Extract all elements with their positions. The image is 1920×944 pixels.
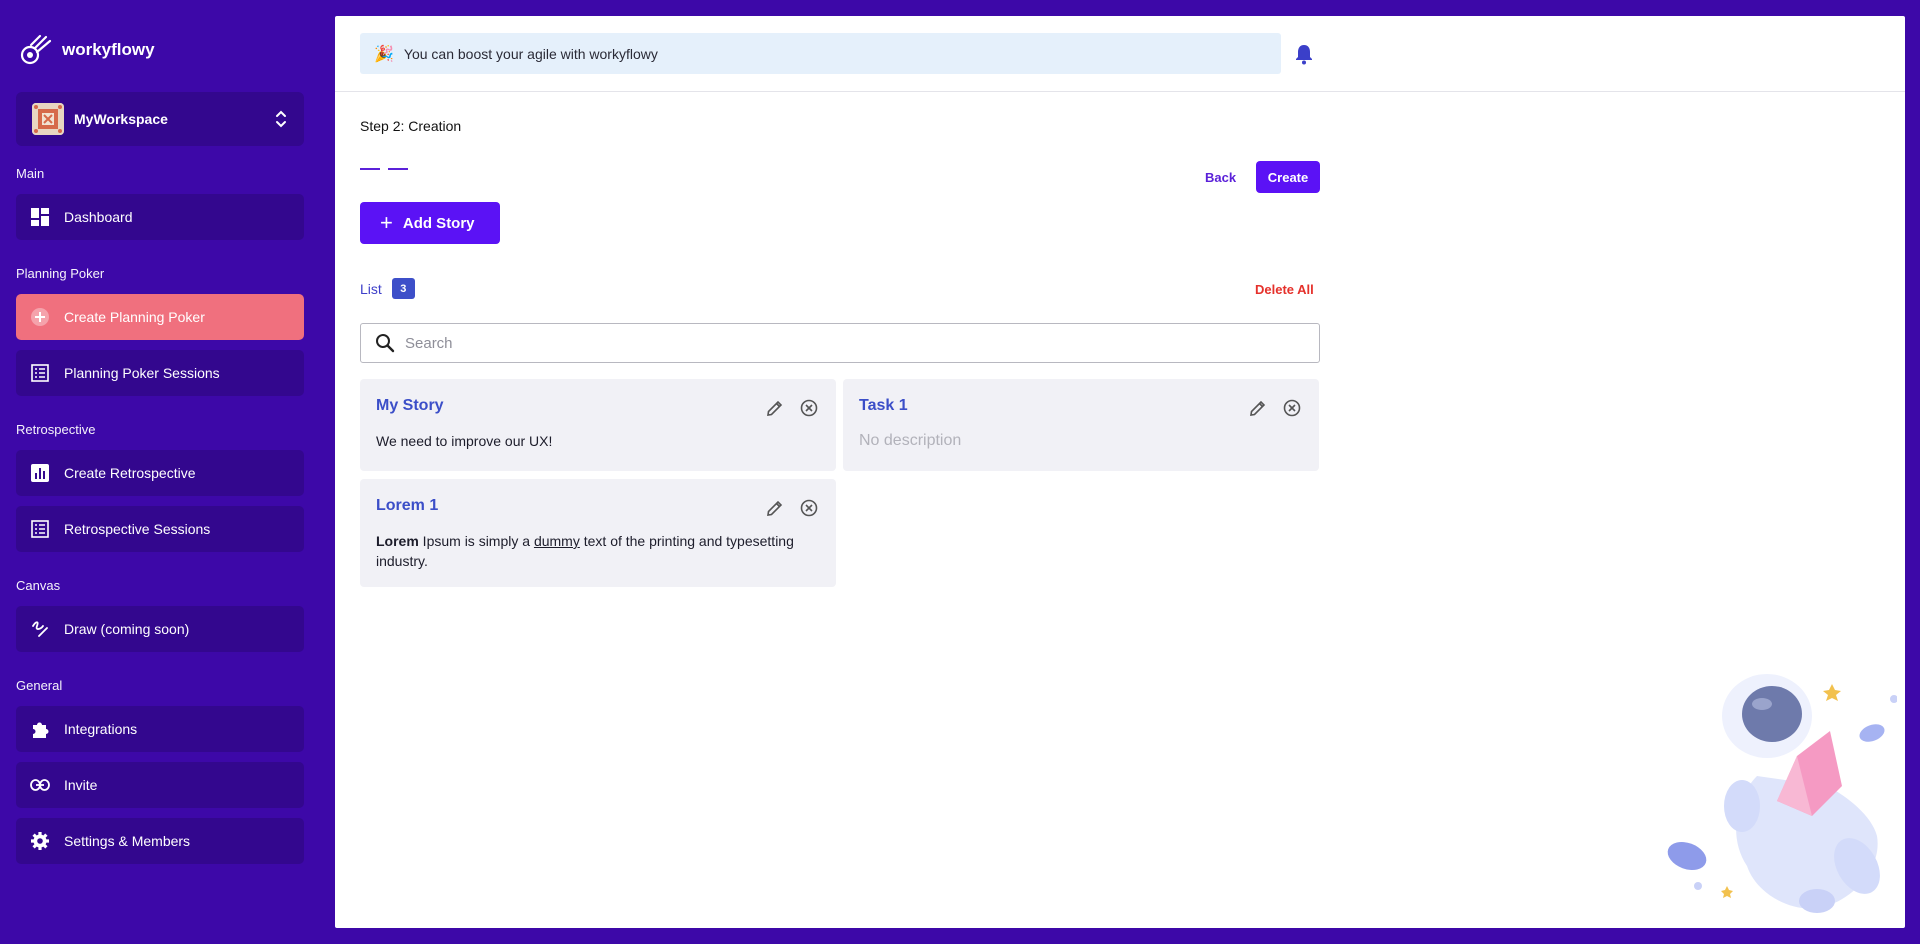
info-banner: 🎉 You can boost your agile with workyflo… — [360, 33, 1281, 74]
sidebar-item-label: Settings & Members — [64, 833, 191, 849]
astronaut-illustration — [1667, 674, 1897, 913]
section-label-canvas: Canvas — [16, 578, 61, 593]
sidebar-item-dashboard[interactable]: Dashboard — [16, 194, 304, 240]
list-header: List 3 — [360, 278, 415, 299]
close-circle-icon[interactable] — [1283, 399, 1301, 417]
sidebar-item-label: Invite — [64, 777, 98, 793]
plus-circle-icon — [30, 307, 50, 327]
story-description: Lorem Ipsum is simply a dummy text of th… — [376, 531, 820, 571]
chart-icon — [30, 463, 50, 483]
close-circle-icon[interactable] — [800, 499, 818, 517]
search-input[interactable] — [405, 334, 1319, 352]
link-icon — [30, 775, 50, 795]
section-label-retrospective: Retrospective — [16, 422, 96, 437]
stepper — [360, 168, 408, 170]
card-actions — [766, 499, 818, 517]
create-button[interactable]: Create — [1256, 161, 1320, 193]
sidebar-item-create-planning-poker[interactable]: Create Planning Poker — [16, 294, 304, 340]
workspace-avatar — [32, 103, 64, 135]
draw-icon — [30, 619, 50, 639]
main-panel: 🎉 You can boost your agile with workyflo… — [335, 16, 1905, 928]
dashboard-icon — [30, 207, 50, 227]
sidebar-item-retrospective-sessions[interactable]: Retrospective Sessions — [16, 506, 304, 552]
search-field[interactable] — [360, 323, 1320, 363]
back-button[interactable]: Back — [1197, 161, 1244, 193]
sidebar-item-label: Create Planning Poker — [64, 309, 205, 325]
list-count-badge: 3 — [391, 278, 415, 299]
banner-text: You can boost your agile with workyflowy — [403, 45, 658, 62]
step-indicator — [360, 168, 380, 170]
gear-icon — [30, 831, 50, 851]
list-label: List — [360, 280, 382, 297]
close-circle-icon[interactable] — [800, 399, 818, 417]
list-icon — [30, 363, 50, 383]
story-description: We need to improve our UX! — [376, 433, 553, 449]
sidebar-item-planning-poker-sessions[interactable]: Planning Poker Sessions — [16, 350, 304, 396]
sidebar-item-settings-members[interactable]: Settings & Members — [16, 818, 304, 864]
section-label-general: General — [16, 678, 63, 693]
sidebar-item-draw[interactable]: Draw (coming soon) — [16, 606, 304, 652]
story-title: My Story — [376, 397, 444, 414]
sidebar-item-label: Integrations — [64, 721, 138, 737]
workspace-switcher[interactable]: MyWorkspace — [16, 92, 304, 146]
comet-logo-icon — [20, 34, 52, 65]
story-title: Lorem 1 — [376, 497, 439, 514]
story-card[interactable]: Lorem 1 Lorem Ipsum is simply a dummy te… — [360, 479, 836, 587]
search-icon — [376, 334, 395, 353]
sidebar-item-label: Retrospective Sessions — [64, 521, 211, 537]
section-label-main: Main — [16, 166, 45, 181]
edit-icon[interactable] — [1249, 399, 1267, 417]
story-card[interactable]: Task 1 No description — [843, 379, 1319, 471]
sidebar-item-invite[interactable]: Invite — [16, 762, 304, 808]
story-description: No description — [859, 432, 962, 449]
sidebar-item-label: Planning Poker Sessions — [64, 365, 220, 381]
chevron-up-down-icon[interactable] — [274, 108, 288, 130]
sidebar-item-label: Dashboard — [64, 209, 133, 225]
plus-icon: + — [380, 210, 393, 235]
workspace-name: MyWorkspace — [74, 111, 168, 127]
add-story-label: Add Story — [402, 214, 475, 232]
card-actions — [1249, 399, 1301, 417]
bell-icon[interactable] — [1294, 43, 1314, 65]
sidebar-item-label: Draw (coming soon) — [64, 621, 190, 637]
section-label-planning-poker: Planning Poker — [16, 266, 105, 281]
delete-all-button[interactable]: Delete All — [1255, 282, 1314, 297]
brand-name: workyflowy — [62, 40, 155, 59]
step-indicator — [388, 168, 408, 170]
story-card[interactable]: My Story We need to improve our UX! — [360, 379, 836, 471]
card-actions — [766, 399, 818, 417]
edit-icon[interactable] — [766, 499, 784, 517]
description-underline: dummy — [533, 533, 580, 549]
brand[interactable]: workyflowy — [16, 0, 319, 100]
description-bold: Lorem — [376, 533, 419, 549]
top-bar: 🎉 You can boost your agile with workyflo… — [335, 16, 1905, 92]
party-popper-icon: 🎉 — [374, 45, 394, 63]
puzzle-icon — [30, 719, 50, 739]
sidebar-item-integrations[interactable]: Integrations — [16, 706, 304, 752]
step-title: Step 2: Creation — [360, 118, 462, 134]
story-title: Task 1 — [859, 397, 908, 414]
sidebar-item-label: Create Retrospective — [64, 465, 196, 481]
add-story-button[interactable]: + Add Story — [360, 202, 500, 244]
list-icon — [30, 519, 50, 539]
sidebar-item-create-retrospective[interactable]: Create Retrospective — [16, 450, 304, 496]
description-text: Ipsum is simply a — [418, 533, 534, 549]
edit-icon[interactable] — [766, 399, 784, 417]
